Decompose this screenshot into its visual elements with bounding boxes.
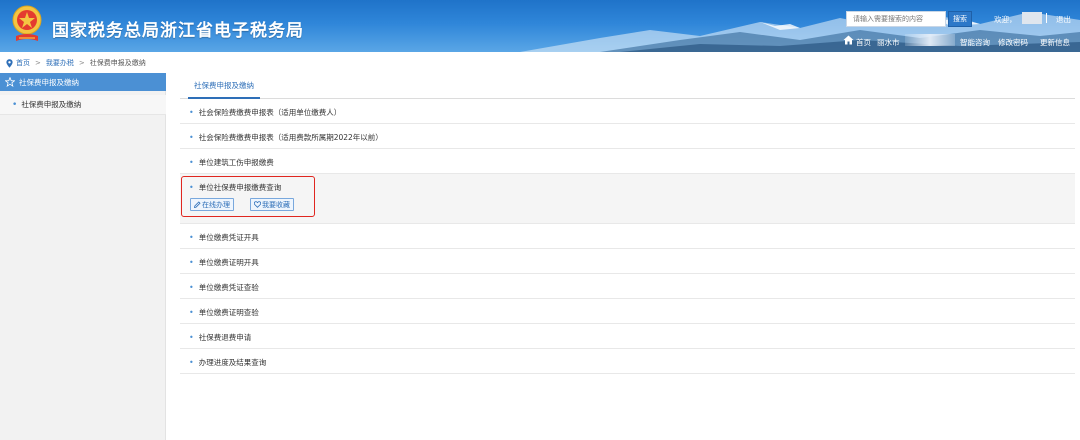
list-item-label: 办理进度及结果查询: [198, 358, 267, 367]
list-item[interactable]: • 单位缴费证明开具: [180, 249, 1075, 274]
list-item-label: 单位缴费凭证查验: [198, 283, 259, 292]
list-item-label: 社保费退费申请: [198, 333, 252, 342]
bullet-icon: •: [189, 108, 194, 117]
sidebar-item-label: 社保费申报及缴纳: [21, 100, 82, 109]
list-item-label: 单位缴费证明开具: [198, 258, 259, 267]
sidebar-item-social-security[interactable]: • 社保费申报及缴纳: [0, 95, 166, 115]
change-password-link[interactable]: 修改密码: [998, 37, 1028, 48]
bullet-icon: •: [189, 183, 194, 192]
list-item[interactable]: • 单位建筑工伤申报缴费: [180, 149, 1075, 174]
breadcrumb-tax-service[interactable]: 我要办税: [46, 58, 74, 68]
list-item-expanded[interactable]: • 单位社保费申报缴费查询 在线办理 我要收藏: [180, 174, 1075, 224]
list-item[interactable]: • 单位缴费凭证查验: [180, 274, 1075, 299]
bullet-icon: •: [189, 158, 194, 167]
list-item-label: 社会保险费缴费申报表（适用费款所属期2022年以前）: [198, 133, 383, 142]
breadcrumb-home[interactable]: 首页: [16, 58, 30, 68]
sidebar-header-label: 社保费申报及缴纳: [19, 77, 79, 87]
location-pin-icon: [6, 58, 13, 68]
bullet-icon: •: [189, 358, 194, 367]
city-redacted: [905, 34, 955, 46]
site-title: 国家税务总局浙江省电子税务局: [52, 21, 304, 41]
main-content: 社保费申报及缴纳 • 社会保险费缴费申报表（适用单位缴费人） • 社会保险费缴费申报…: [180, 73, 1075, 440]
bullet-icon: •: [12, 99, 18, 110]
list-item[interactable]: • 社保费退费申请: [180, 324, 1075, 349]
list-item-label: 单位缴费凭证开具: [198, 233, 259, 242]
header-divider: [1046, 13, 1047, 23]
bullet-icon: •: [189, 283, 194, 292]
username-redacted: [1022, 12, 1042, 24]
breadcrumb-separator: >: [78, 59, 85, 67]
service-list: • 社会保险费缴费申报表（适用单位缴费人） • 社会保险费缴费申报表（适用费款所属期…: [180, 99, 1075, 374]
bullet-icon: •: [189, 308, 194, 317]
welcome-text: 欢迎，: [994, 15, 1017, 24]
list-item[interactable]: • 社会保险费缴费申报表（适用费款所属期2022年以前）: [180, 124, 1075, 149]
tab-bar: 社保费申报及缴纳: [180, 73, 1075, 99]
sidebar-header[interactable]: 社保费申报及缴纳: [0, 73, 166, 91]
list-item-label: 单位社保费申报缴费查询: [198, 183, 282, 192]
online-handle-button[interactable]: 在线办理: [190, 198, 234, 211]
nav-city[interactable]: 丽水市: [877, 37, 900, 48]
breadcrumb: 首页 > 我要办税 > 社保费申报及缴纳: [6, 57, 146, 69]
search-button[interactable]: 搜索: [948, 11, 972, 27]
favorite-button[interactable]: 我要收藏: [250, 198, 294, 211]
site-header: 国家税务总局浙江省电子税务局 搜索 欢迎， 退出 首页 丽水市 智能咨询 修改密…: [0, 0, 1080, 52]
list-item-label: 单位缴费证明查验: [198, 308, 259, 317]
list-item-label: 社会保险费缴费申报表（适用单位缴费人）: [198, 108, 342, 117]
bullet-icon: •: [189, 258, 194, 267]
favorite-label: 我要收藏: [262, 200, 290, 209]
online-handle-label: 在线办理: [202, 200, 230, 209]
breadcrumb-separator: >: [35, 59, 41, 67]
list-item[interactable]: • 社会保险费缴费申报表（适用单位缴费人）: [180, 99, 1075, 124]
nav-home-link[interactable]: 首页: [856, 37, 871, 48]
star-icon: [5, 77, 15, 87]
list-item[interactable]: • 单位缴费证明查验: [180, 299, 1075, 324]
tab-social-security[interactable]: 社保费申报及缴纳: [188, 79, 260, 99]
bullet-icon: •: [189, 233, 194, 242]
sidebar: 社保费申报及缴纳 • 社保费申报及缴纳: [0, 73, 166, 440]
bullet-icon: •: [189, 333, 194, 342]
heart-icon: [254, 201, 261, 208]
list-item[interactable]: • 单位缴费凭证开具: [180, 224, 1075, 249]
home-icon[interactable]: [843, 35, 854, 45]
list-item-label: 单位建筑工伤申报缴费: [198, 158, 274, 167]
smart-consult-link[interactable]: 智能咨询: [960, 37, 990, 48]
search-input[interactable]: [846, 11, 946, 27]
pencil-icon: [194, 201, 201, 208]
tax-emblem-icon: [12, 5, 42, 41]
update-info-link[interactable]: 更新信息: [1040, 37, 1070, 48]
breadcrumb-current: 社保费申报及缴纳: [89, 59, 146, 67]
logout-link[interactable]: 退出: [1056, 14, 1071, 25]
bullet-icon: •: [189, 133, 194, 142]
list-item[interactable]: • 办理进度及结果查询: [180, 349, 1075, 374]
